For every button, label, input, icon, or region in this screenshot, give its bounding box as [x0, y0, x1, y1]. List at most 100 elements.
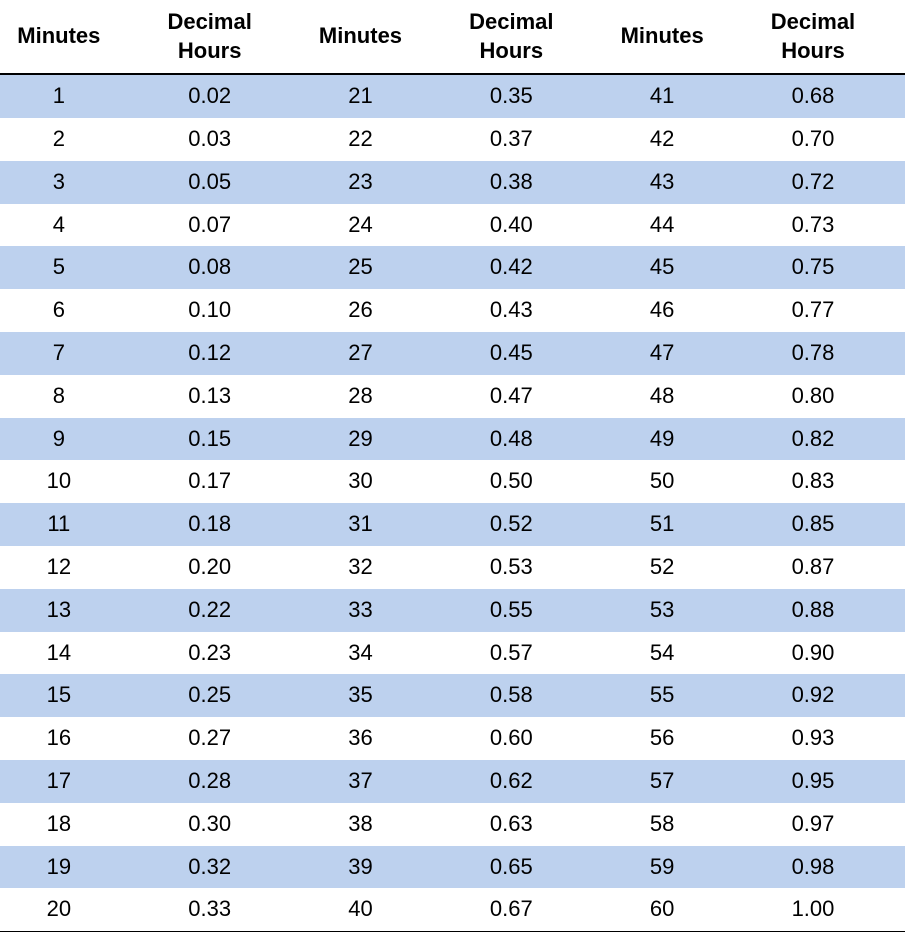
- cell-minutes: 42: [603, 118, 721, 161]
- cell-decimal: 0.65: [419, 846, 603, 889]
- cell-minutes: 8: [0, 375, 118, 418]
- cell-minutes: 60: [603, 888, 721, 931]
- table-row: 170.28370.62570.95: [0, 760, 905, 803]
- cell-decimal: 0.32: [118, 846, 302, 889]
- cell-minutes: 27: [302, 332, 420, 375]
- cell-minutes: 57: [603, 760, 721, 803]
- header-row: Minutes Decimal Hours Minutes Decimal Ho…: [0, 0, 905, 74]
- cell-minutes: 6: [0, 289, 118, 332]
- cell-decimal: 0.35: [419, 74, 603, 118]
- header-minutes-2: Minutes: [302, 0, 420, 74]
- cell-decimal: 0.15: [118, 418, 302, 461]
- cell-minutes: 1: [0, 74, 118, 118]
- cell-decimal: 0.72: [721, 161, 905, 204]
- cell-minutes: 23: [302, 161, 420, 204]
- cell-decimal: 0.80: [721, 375, 905, 418]
- cell-minutes: 39: [302, 846, 420, 889]
- cell-decimal: 0.78: [721, 332, 905, 375]
- cell-minutes: 47: [603, 332, 721, 375]
- table-row: 60.10260.43460.77: [0, 289, 905, 332]
- cell-decimal: 0.22: [118, 589, 302, 632]
- table-row: 40.07240.40440.73: [0, 204, 905, 247]
- cell-decimal: 0.13: [118, 375, 302, 418]
- cell-decimal: 0.88: [721, 589, 905, 632]
- table-row: 50.08250.42450.75: [0, 246, 905, 289]
- header-text: Minutes: [306, 22, 416, 51]
- cell-minutes: 35: [302, 674, 420, 717]
- cell-minutes: 10: [0, 460, 118, 503]
- cell-decimal: 0.50: [419, 460, 603, 503]
- cell-minutes: 5: [0, 246, 118, 289]
- table-row: 20.03220.37420.70: [0, 118, 905, 161]
- header-text: Minutes: [4, 22, 114, 51]
- cell-decimal: 0.40: [419, 204, 603, 247]
- cell-minutes: 38: [302, 803, 420, 846]
- header-text: Minutes: [607, 22, 717, 51]
- cell-decimal: 0.62: [419, 760, 603, 803]
- cell-minutes: 52: [603, 546, 721, 589]
- cell-decimal: 0.37: [419, 118, 603, 161]
- cell-decimal: 0.73: [721, 204, 905, 247]
- cell-decimal: 0.20: [118, 546, 302, 589]
- cell-minutes: 2: [0, 118, 118, 161]
- cell-decimal: 0.75: [721, 246, 905, 289]
- header-text-l1: Decimal: [725, 8, 901, 37]
- cell-minutes: 53: [603, 589, 721, 632]
- header-text-l2: Hours: [725, 37, 901, 66]
- conversion-table: Minutes Decimal Hours Minutes Decimal Ho…: [0, 0, 905, 932]
- cell-minutes: 51: [603, 503, 721, 546]
- cell-decimal: 0.23: [118, 632, 302, 675]
- table-row: 70.12270.45470.78: [0, 332, 905, 375]
- cell-minutes: 45: [603, 246, 721, 289]
- cell-minutes: 4: [0, 204, 118, 247]
- cell-minutes: 21: [302, 74, 420, 118]
- cell-decimal: 0.30: [118, 803, 302, 846]
- table-row: 90.15290.48490.82: [0, 418, 905, 461]
- cell-minutes: 36: [302, 717, 420, 760]
- cell-minutes: 49: [603, 418, 721, 461]
- cell-minutes: 32: [302, 546, 420, 589]
- cell-minutes: 58: [603, 803, 721, 846]
- cell-minutes: 33: [302, 589, 420, 632]
- cell-minutes: 7: [0, 332, 118, 375]
- cell-decimal: 0.27: [118, 717, 302, 760]
- cell-decimal: 0.87: [721, 546, 905, 589]
- cell-minutes: 41: [603, 74, 721, 118]
- cell-minutes: 24: [302, 204, 420, 247]
- cell-decimal: 0.25: [118, 674, 302, 717]
- table-body: 10.02210.35410.6820.03220.37420.7030.052…: [0, 74, 905, 931]
- cell-decimal: 0.02: [118, 74, 302, 118]
- cell-decimal: 0.68: [721, 74, 905, 118]
- cell-decimal: 0.53: [419, 546, 603, 589]
- table-row: 10.02210.35410.68: [0, 74, 905, 118]
- cell-decimal: 0.52: [419, 503, 603, 546]
- cell-minutes: 12: [0, 546, 118, 589]
- cell-decimal: 1.00: [721, 888, 905, 931]
- header-text-l1: Decimal: [423, 8, 599, 37]
- cell-decimal: 0.17: [118, 460, 302, 503]
- cell-minutes: 43: [603, 161, 721, 204]
- cell-decimal: 0.05: [118, 161, 302, 204]
- table-row: 190.32390.65590.98: [0, 846, 905, 889]
- cell-minutes: 34: [302, 632, 420, 675]
- cell-minutes: 40: [302, 888, 420, 931]
- cell-minutes: 11: [0, 503, 118, 546]
- header-minutes-3: Minutes: [603, 0, 721, 74]
- cell-decimal: 0.93: [721, 717, 905, 760]
- table-row: 110.18310.52510.85: [0, 503, 905, 546]
- cell-minutes: 50: [603, 460, 721, 503]
- cell-decimal: 0.07: [118, 204, 302, 247]
- cell-decimal: 0.47: [419, 375, 603, 418]
- cell-minutes: 55: [603, 674, 721, 717]
- cell-decimal: 0.28: [118, 760, 302, 803]
- cell-minutes: 13: [0, 589, 118, 632]
- cell-decimal: 0.63: [419, 803, 603, 846]
- cell-decimal: 0.03: [118, 118, 302, 161]
- cell-decimal: 0.83: [721, 460, 905, 503]
- table-row: 140.23340.57540.90: [0, 632, 905, 675]
- cell-decimal: 0.45: [419, 332, 603, 375]
- cell-decimal: 0.92: [721, 674, 905, 717]
- table-row: 120.20320.53520.87: [0, 546, 905, 589]
- header-decimal-3: Decimal Hours: [721, 0, 905, 74]
- cell-decimal: 0.33: [118, 888, 302, 931]
